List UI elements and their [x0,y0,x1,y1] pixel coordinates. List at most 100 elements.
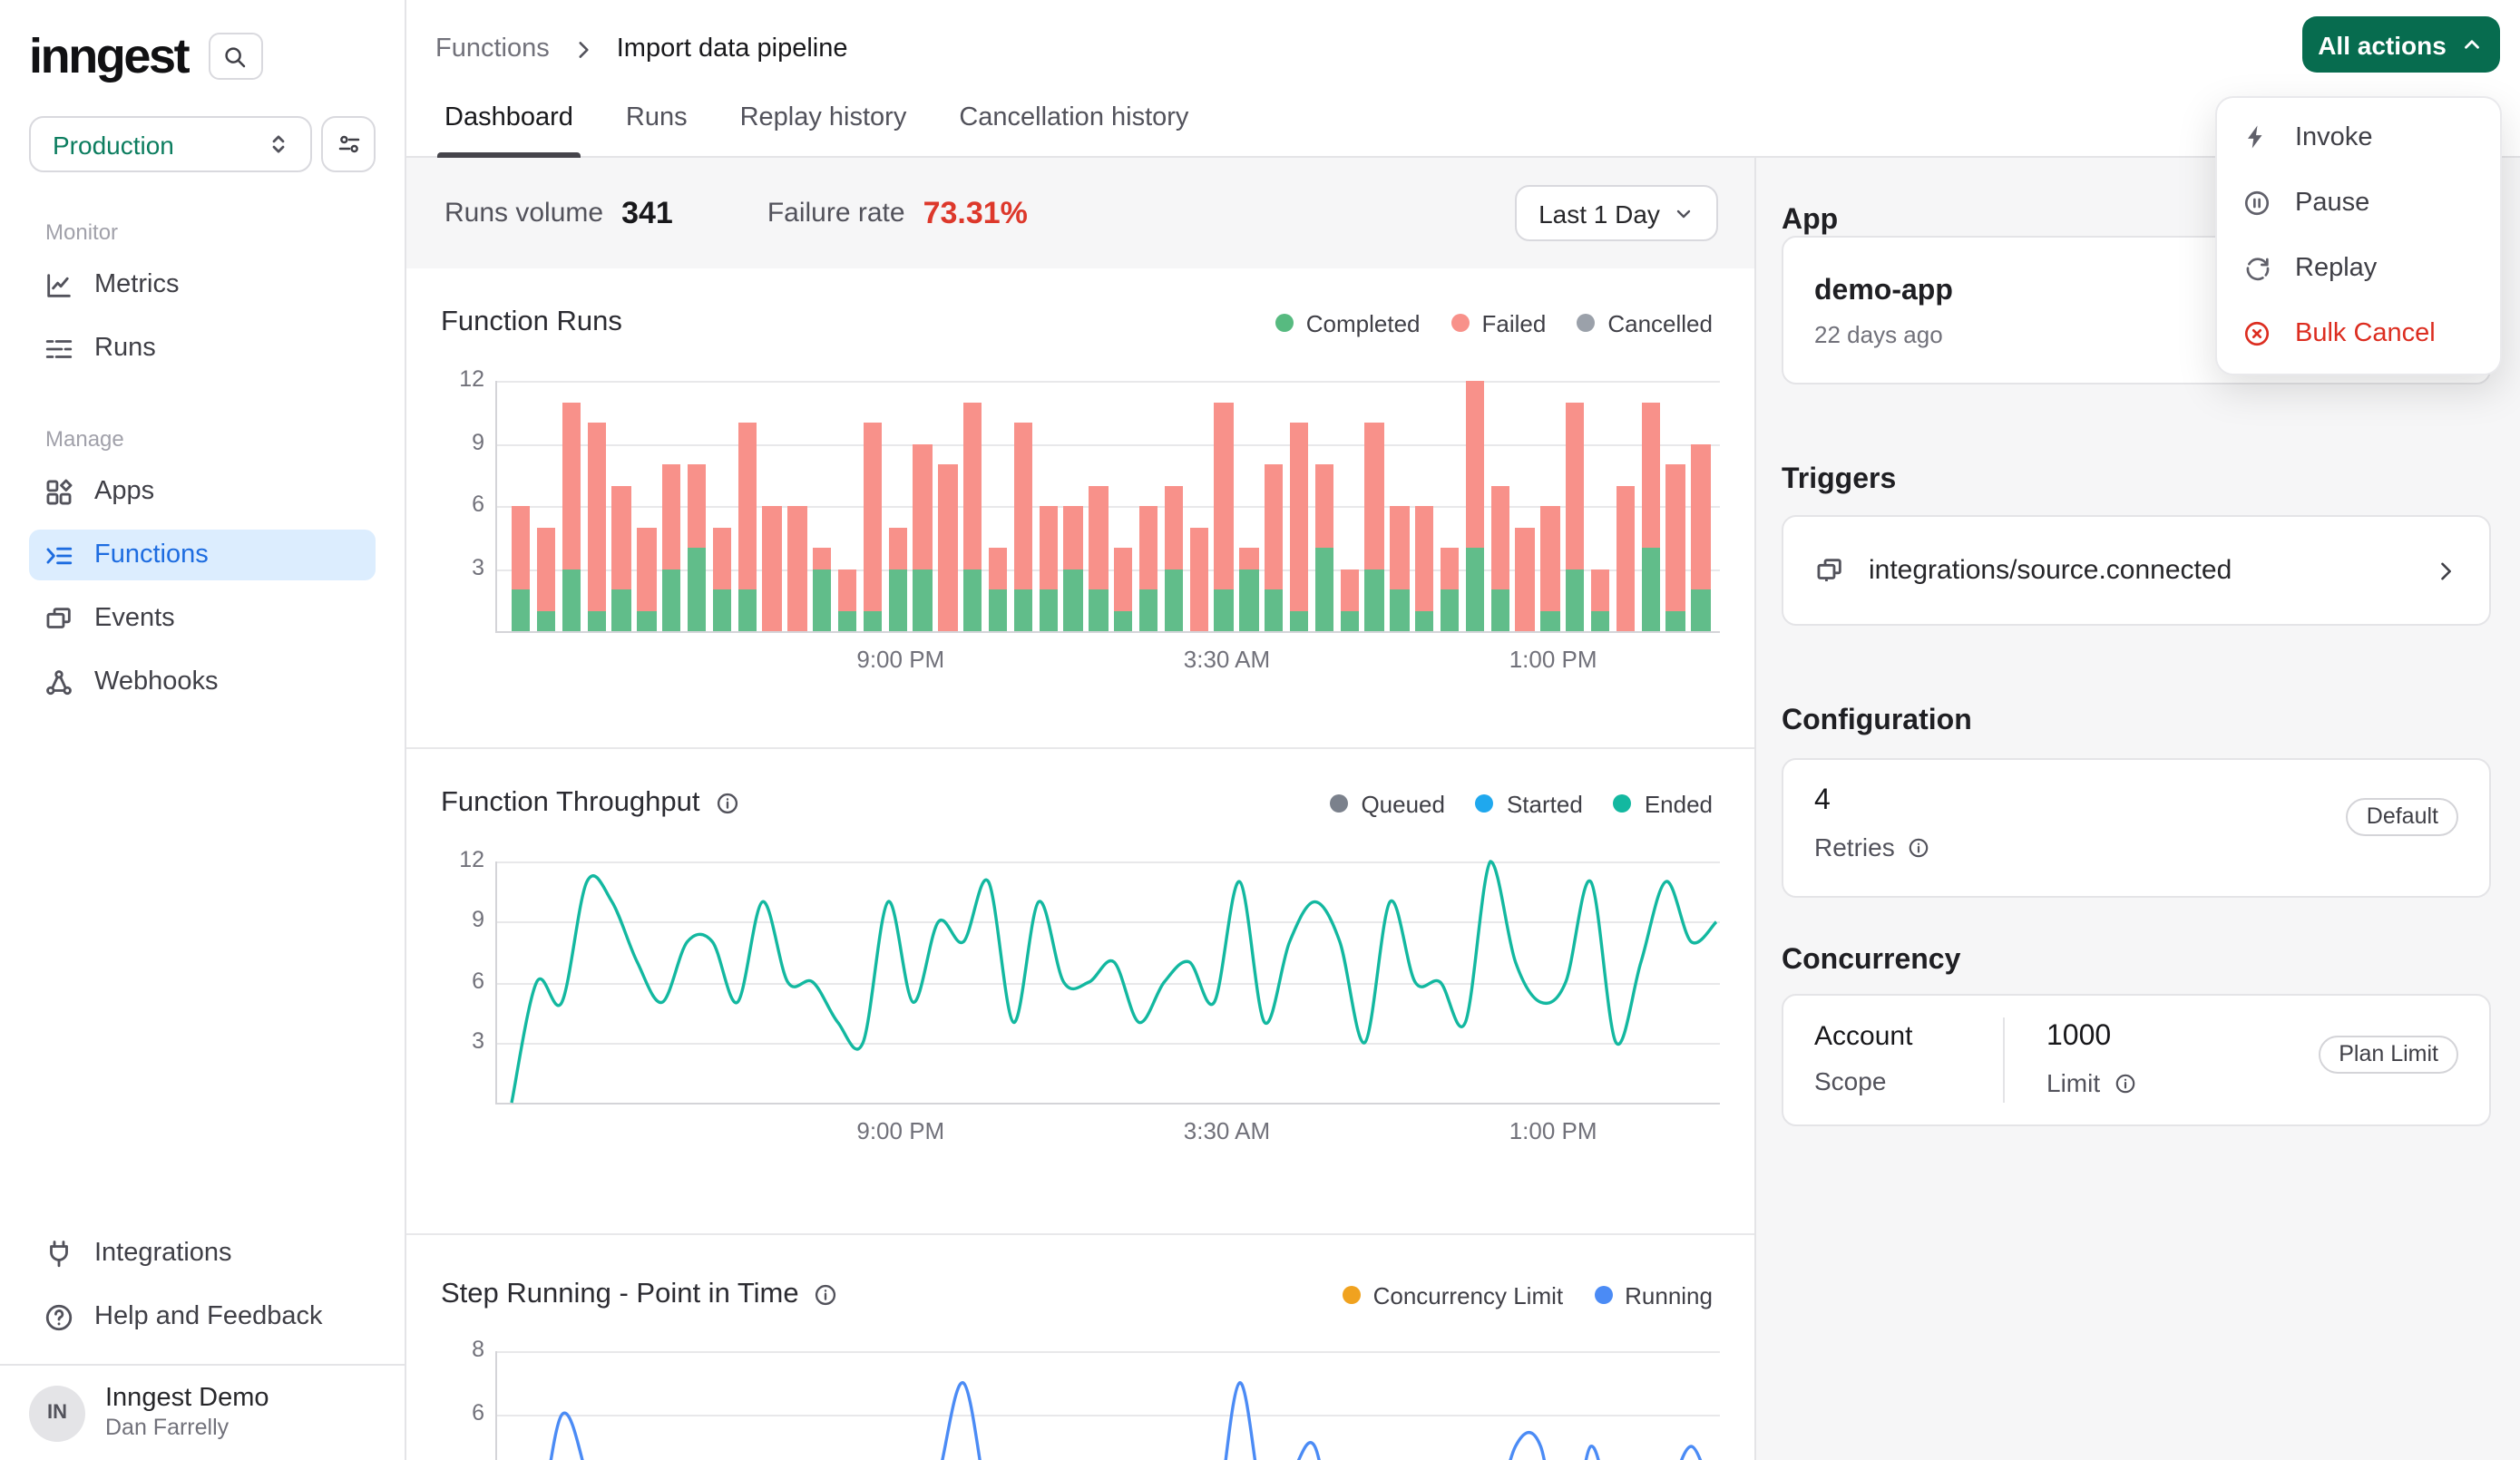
bar-column[interactable] [662,381,681,631]
bar-segment-completed [1340,610,1359,631]
bar-column[interactable] [1540,381,1559,631]
search-button[interactable] [208,33,262,80]
bar-column[interactable] [1691,381,1710,631]
bar-column[interactable] [587,381,606,631]
menu-item-invoke[interactable]: Invoke [2217,105,2500,170]
page-title: Import data pipeline [617,34,848,63]
bar-column[interactable] [1465,381,1484,631]
app-root: inngest Production Monitor [0,0,2520,1460]
environment-selector[interactable]: Production [29,116,312,172]
bar-segment-failed [1340,569,1359,610]
bar-column[interactable] [1415,381,1434,631]
trigger-row[interactable]: integrations/source.connected [1782,515,2491,626]
bar-column[interactable] [637,381,656,631]
bar-column[interactable] [1265,381,1284,631]
tab-replay-history[interactable]: Replay history [733,103,914,156]
sidebar-item-functions[interactable]: Functions [29,530,376,580]
bar-column[interactable] [888,381,907,631]
bar-column[interactable] [938,381,957,631]
legend-item: Completed [1275,309,1421,336]
account-menu[interactable]: IN Inngest Demo Dan Farrelly [29,1384,376,1442]
bar-column[interactable] [1390,381,1409,631]
sidebar-item-events[interactable]: Events [29,593,376,644]
bar-column[interactable] [712,381,731,631]
bar-column[interactable] [1089,381,1108,631]
bar-column[interactable] [863,381,882,631]
chart-title: Function Runs [441,307,622,339]
bar-column[interactable] [838,381,857,631]
bar-segment-completed [1490,589,1509,631]
sidebar-item-apps[interactable]: Apps [29,466,376,517]
bar-column[interactable] [537,381,556,631]
bar-column[interactable] [1340,381,1359,631]
bar-column[interactable] [1290,381,1309,631]
bar-column[interactable] [1013,381,1032,631]
bar-column[interactable] [763,381,782,631]
bar-column[interactable] [1441,381,1460,631]
info-icon[interactable] [715,791,740,816]
bar-segment-failed [1441,548,1460,589]
time-range-select[interactable]: Last 1 Day [1515,185,1718,241]
bar-column[interactable] [1189,381,1208,631]
bar-segment-failed [1365,423,1384,569]
bar-segment-failed [1540,506,1559,610]
sidebar-item-label: Webhooks [94,667,219,696]
bar-segment-completed [637,610,656,631]
bar-segment-completed [1314,548,1333,631]
x-axis-label: 1:00 PM [1471,1117,1635,1144]
bar-column[interactable] [1516,381,1535,631]
bar-column[interactable] [1365,381,1384,631]
bar-column[interactable] [989,381,1008,631]
bar-column[interactable] [813,381,832,631]
app-heading: App [1782,205,1838,238]
info-icon[interactable] [1908,835,1931,859]
bar-column[interactable] [562,381,581,631]
bar-column[interactable] [1039,381,1058,631]
all-actions-menu: Invoke Pause Replay Bulk Cancel [2215,96,2502,375]
all-actions-button[interactable]: All actions [2302,16,2500,73]
bar-column[interactable] [963,381,982,631]
bar-column[interactable] [787,381,806,631]
bar-column[interactable] [737,381,757,631]
chart-title: Step Running - Point in Time [441,1279,799,1311]
function-runs-plot: 369129:00 PM3:30 AM1:00 PM [495,381,1720,631]
breadcrumb-functions[interactable]: Functions [435,34,550,63]
bar-segment-failed [1616,485,1635,631]
sidebar-item-webhooks[interactable]: Webhooks [29,657,376,707]
bar-column[interactable] [612,381,631,631]
bar-column[interactable] [1114,381,1133,631]
menu-item-bulk-cancel[interactable]: Bulk Cancel [2217,301,2500,366]
bar-column[interactable] [1666,381,1685,631]
bar-column[interactable] [1139,381,1158,631]
legend-label: Queued [1361,790,1445,817]
bar-segment-failed [1089,485,1108,589]
bar-column[interactable] [512,381,531,631]
info-icon[interactable] [2113,1071,2136,1095]
bar-column[interactable] [1641,381,1660,631]
info-icon[interactable] [814,1282,839,1308]
tab-runs[interactable]: Runs [619,103,695,156]
menu-item-replay[interactable]: Replay [2217,236,2500,301]
bar-column[interactable] [1566,381,1585,631]
bar-column[interactable] [1215,381,1234,631]
bar-segment-completed [1591,610,1610,631]
sidebar-item-integrations[interactable]: Integrations [29,1228,376,1279]
bar-column[interactable] [1239,381,1258,631]
sidebar-item-metrics[interactable]: Metrics [29,259,376,310]
bar-column[interactable] [913,381,933,631]
tab-dashboard[interactable]: Dashboard [437,103,581,156]
bar-column[interactable] [1164,381,1183,631]
bar-column[interactable] [1591,381,1610,631]
bar-column[interactable] [1490,381,1509,631]
menu-item-pause[interactable]: Pause [2217,170,2500,236]
sidebar-item-runs[interactable]: Runs [29,323,376,374]
tab-cancellation-history[interactable]: Cancellation history [952,103,1196,156]
bar-column[interactable] [1616,381,1635,631]
bar-column[interactable] [688,381,707,631]
divider [2003,1017,2005,1103]
sidebar-item-label: Runs [94,334,156,363]
bar-column[interactable] [1314,381,1333,631]
environment-settings-button[interactable] [321,116,376,172]
sidebar-item-help[interactable]: Help and Feedback [29,1291,376,1342]
bar-column[interactable] [1064,381,1083,631]
